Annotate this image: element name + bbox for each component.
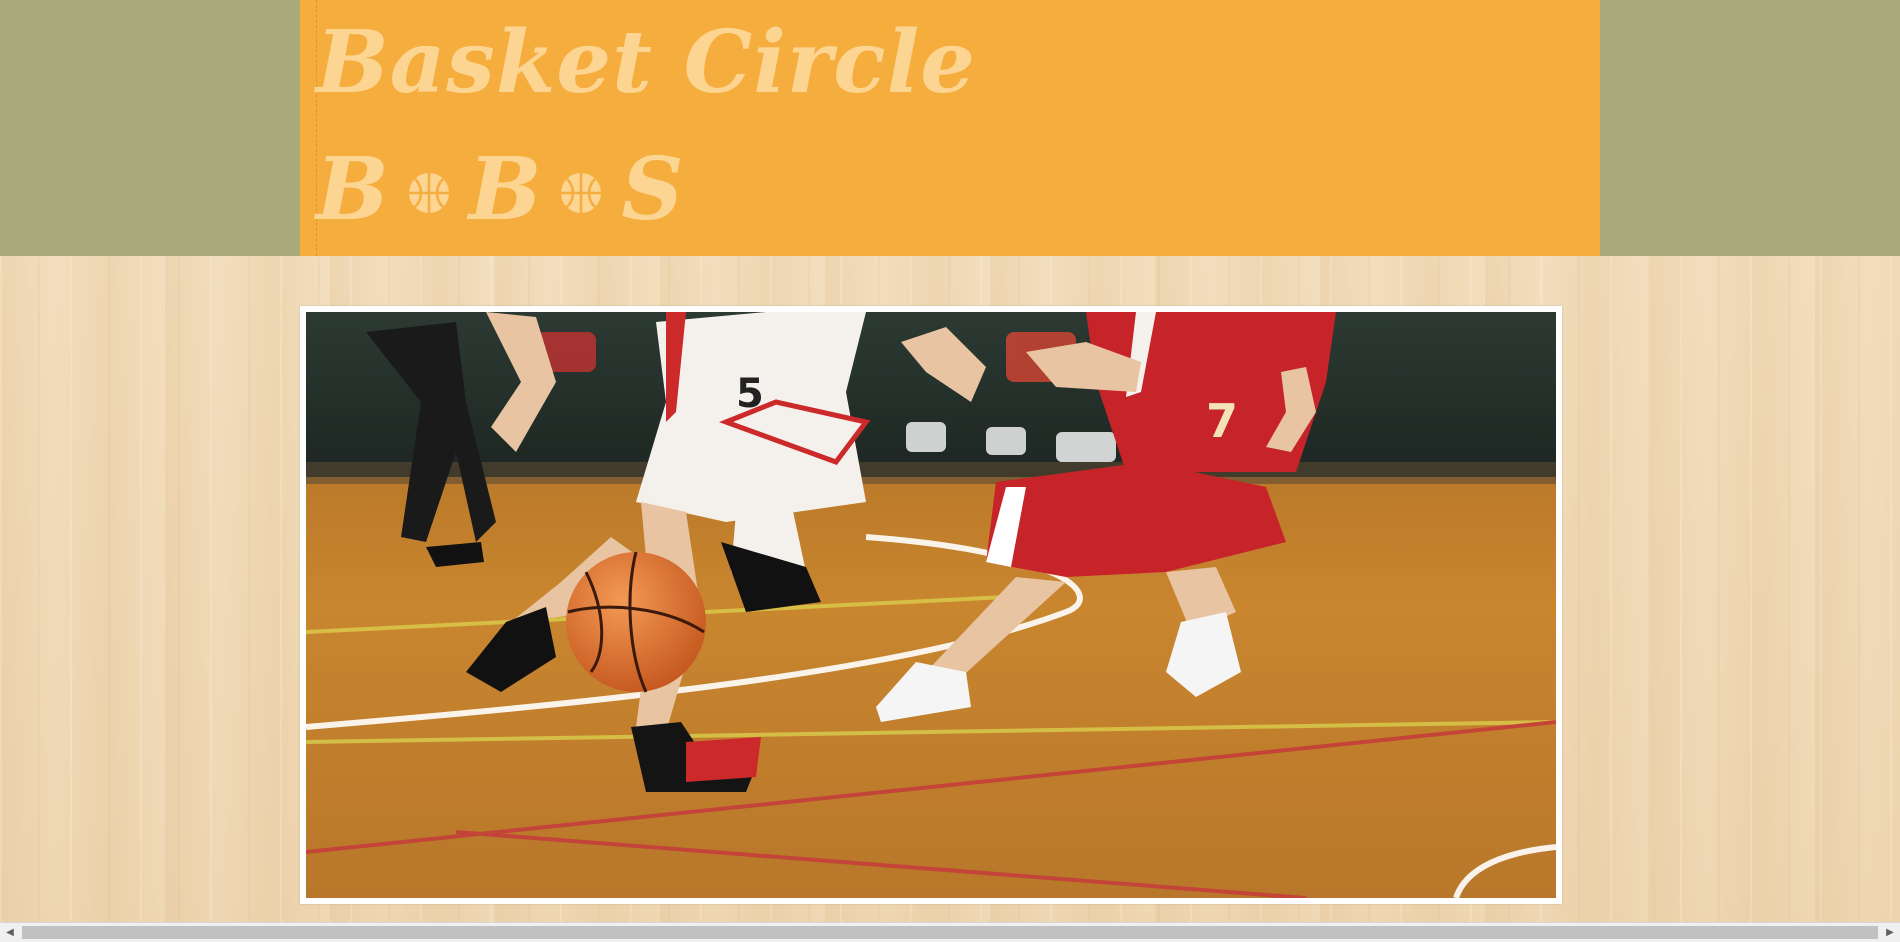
logo-letter-b1: B bbox=[316, 139, 389, 240]
basketball-icon bbox=[408, 173, 449, 213]
logo-letter-s: S bbox=[621, 139, 684, 240]
triangle-left-icon[interactable]: ◀ bbox=[0, 923, 20, 942]
site-header: Basket Circle B B S bbox=[300, 0, 1600, 256]
hero-photo-frame: 5 7 bbox=[300, 306, 1562, 904]
basketball-game-photo: 5 7 bbox=[306, 312, 1556, 898]
site-logo[interactable]: B B S bbox=[316, 140, 684, 240]
site-title: Basket Circle bbox=[316, 12, 976, 113]
svg-text:5: 5 bbox=[736, 371, 764, 417]
triangle-right-icon[interactable]: ▶ bbox=[1880, 923, 1900, 942]
svg-text:7: 7 bbox=[1206, 394, 1238, 448]
basketball-icon bbox=[561, 173, 602, 213]
scrollbar-thumb[interactable] bbox=[22, 926, 1878, 939]
logo-letter-b2: B bbox=[468, 139, 542, 240]
horizontal-scrollbar[interactable]: ◀ ▶ bbox=[0, 922, 1900, 942]
